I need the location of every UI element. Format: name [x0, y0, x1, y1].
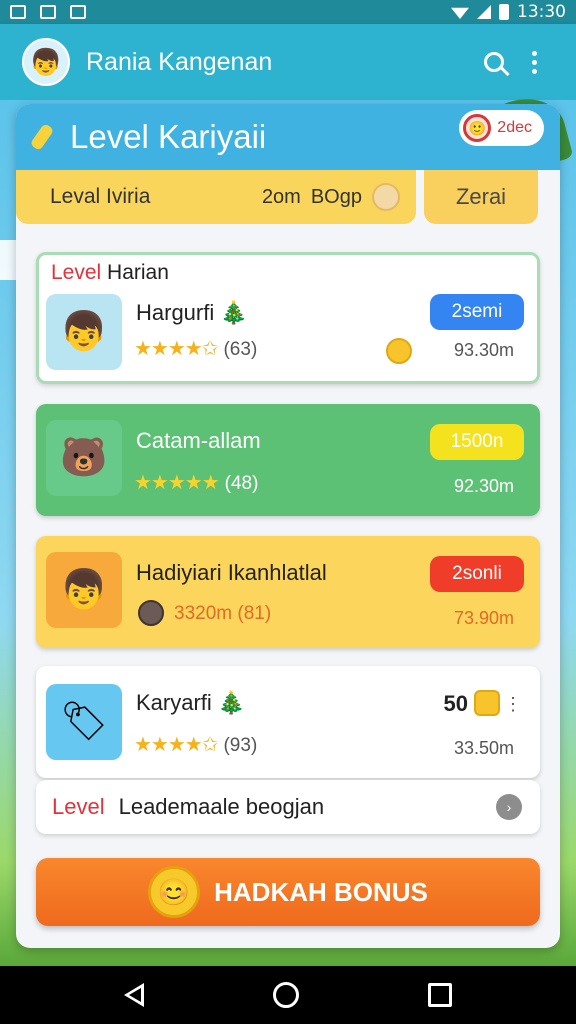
game-score: 50 — [443, 691, 468, 716]
game-action-pill[interactable]: 2semi — [430, 294, 524, 330]
wifi-icon — [451, 7, 469, 19]
leaderboard-label-red: Level — [52, 794, 105, 819]
game-meta: 93.30m — [453, 340, 514, 360]
chevron-right-icon: › — [496, 794, 522, 820]
level-card: Level Kariyaii 🙂 2dec Leval Iviria 2om B… — [16, 104, 560, 948]
game-row[interactable]: 👦 Hargurfi 🎄 ★★★★✩ (63) 2semi 93.30m — [36, 290, 540, 376]
game-row[interactable]: 👦 Hadiyiari Ikanhlatlal 3320m (81) 2sonl… — [36, 536, 540, 648]
notification-icon — [40, 5, 56, 19]
header-badge[interactable]: 🙂 2dec — [459, 110, 544, 146]
tab-extra-text-2: BOgp — [310, 185, 362, 208]
pencil-icon — [29, 122, 55, 152]
app-title: Rania Kangenan — [86, 47, 273, 76]
leaderboard-row[interactable]: Level Leademaale beogjan › — [36, 780, 540, 834]
coin-stack-icon — [474, 690, 500, 716]
header-badge-text: 2dec — [497, 119, 532, 136]
rating-stars: ★★★★✩ (63) — [134, 336, 257, 361]
home-icon[interactable] — [272, 982, 299, 1008]
navigation-bar — [0, 966, 576, 1024]
game-thumbnail: 👦 — [46, 294, 122, 370]
game-row[interactable]: 🏷 Karyarfi 🎄 ★★★★✩ (93) 50 ⋮ 33.50m — [36, 666, 540, 778]
coin-icon — [386, 338, 412, 364]
game-row[interactable]: 🐻 Catam-allam ★★★★★ (48) 1500n 92.30m — [36, 404, 540, 516]
signal-icon — [477, 5, 491, 19]
game-name: Hargurfi 🎄 — [136, 300, 248, 325]
more-icon — [531, 50, 537, 74]
rating-count: (48) — [224, 473, 259, 494]
game-action-pill[interactable]: 1500n — [430, 424, 524, 460]
smiley-coin-icon: 😊 — [148, 866, 201, 918]
bonus-label: HADKAH BONUS — [214, 876, 428, 907]
status-bar: 13:30 — [0, 0, 576, 24]
search-button[interactable] — [474, 42, 514, 82]
coin-icon — [372, 183, 400, 211]
game-thumbnail: 👦 — [46, 552, 122, 628]
section-label: Level Harian — [51, 261, 169, 285]
tab-bar: Leval Iviria 2om BOgp Zerai — [16, 170, 560, 226]
rating-count: (63) — [223, 339, 258, 360]
avatar[interactable]: 👦 — [22, 38, 70, 86]
tab-extra-text: 2om — [261, 185, 301, 208]
tab-level-extra: 2om BOgp — [262, 183, 400, 211]
card-header: Level Kariyaii 🙂 2dec — [16, 104, 560, 170]
notification-icon — [10, 5, 26, 19]
game-meta: 73.90m — [453, 608, 514, 628]
battery-icon — [499, 4, 509, 20]
section-label-rest: Harian — [101, 261, 169, 284]
notification-icon — [70, 5, 86, 19]
game-action-pill[interactable]: 2sonli — [430, 556, 524, 592]
game-thumbnail: 🏷 — [46, 684, 122, 760]
rating-stars: 3320m (81) — [174, 602, 271, 625]
rating-stars: ★★★★✩ (93) — [134, 732, 257, 757]
game-thumbnail: 🐻 — [46, 420, 122, 496]
game-name: Karyarfi 🎄 — [136, 690, 246, 715]
system-status: 13:30 — [451, 2, 566, 22]
stars: ★★★★✩ — [134, 338, 218, 360]
rating-count: 3320m (81) — [174, 603, 272, 624]
stars: ★★★★★ — [134, 472, 220, 494]
back-icon[interactable] — [124, 983, 145, 1007]
app-bar: 👦 Rania Kangenan — [0, 24, 576, 100]
rating-count: (93) — [223, 735, 258, 756]
leaderboard-label: Leademaale beogjan — [118, 794, 325, 819]
badge-avatar-icon: 🙂 — [463, 114, 492, 142]
more-button[interactable] — [514, 42, 554, 82]
game-meta: 33.50m — [453, 738, 514, 758]
recent-apps-icon[interactable] — [427, 983, 452, 1007]
rating-stars: ★★★★★ (48) — [134, 470, 258, 495]
game-name: Hadiyiari Ikanhlatlal — [136, 560, 327, 585]
notification-icons — [10, 5, 86, 19]
stars: ★★★★✩ — [134, 734, 218, 756]
bonus-button[interactable]: 😊 HADKAH BONUS — [36, 858, 540, 926]
game-name: Catam-allam — [136, 428, 261, 453]
tab-zerai[interactable]: Zerai — [424, 170, 538, 224]
more-icon[interactable]: ⋮ — [504, 694, 522, 715]
level-title: Level Kariyaii — [70, 118, 267, 155]
tab-level-label: Leval Iviria — [50, 185, 151, 208]
coin-icon — [138, 600, 164, 626]
section-label-red: Level — [51, 261, 102, 284]
game-meta: 92.30m — [453, 476, 514, 496]
search-icon — [484, 52, 504, 72]
tab-level[interactable]: Leval Iviria 2om BOgp — [16, 170, 416, 224]
status-time: 13:30 — [517, 2, 566, 22]
